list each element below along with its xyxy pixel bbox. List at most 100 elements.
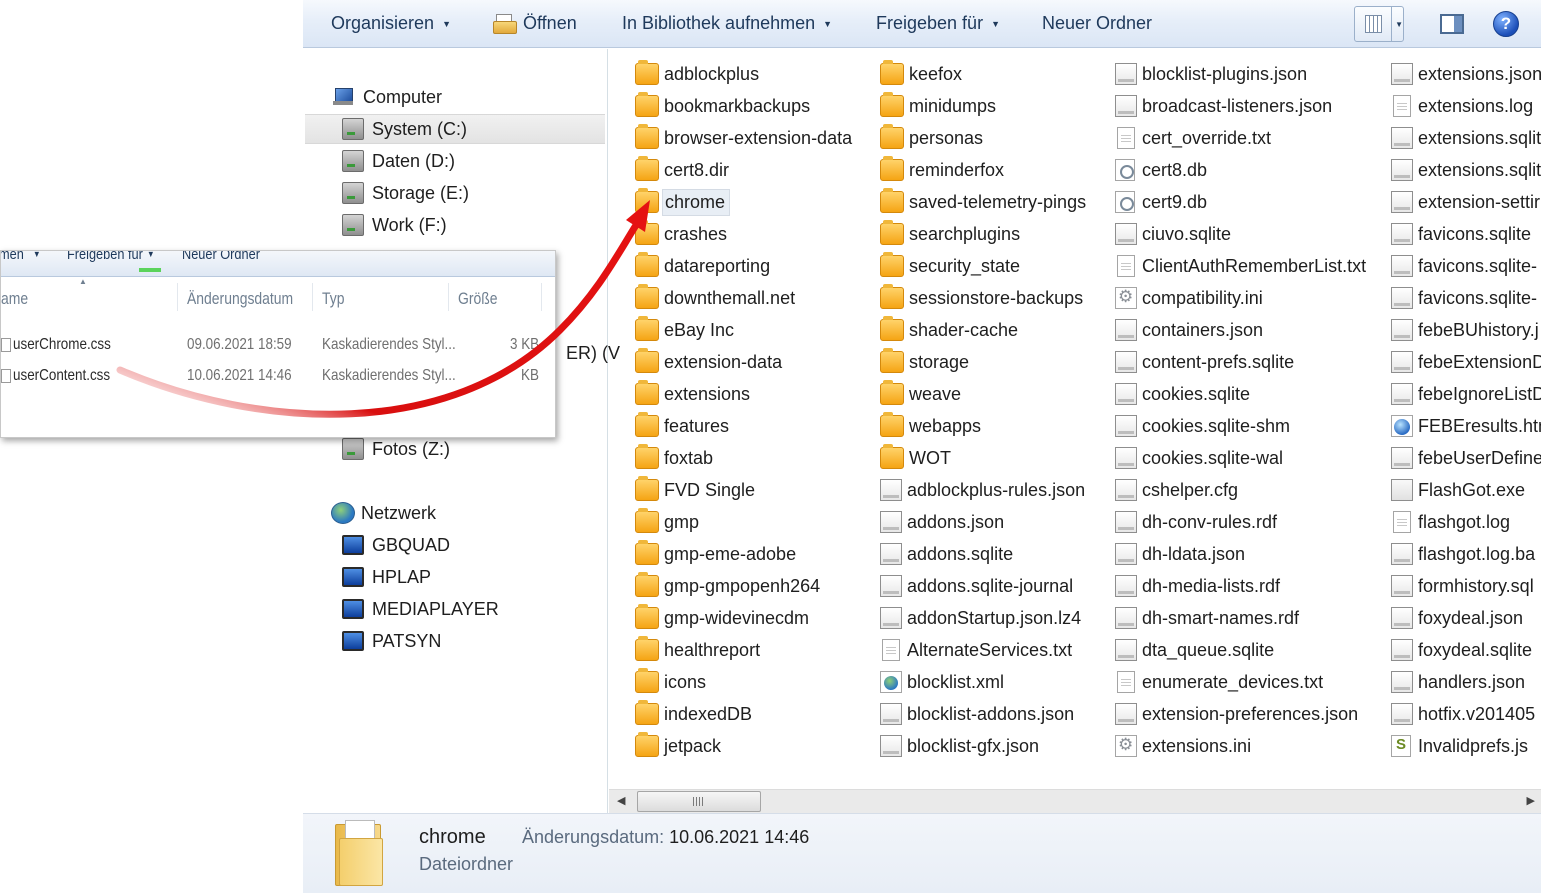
- nav-drive-e[interactable]: Storage (E:): [342, 178, 469, 208]
- file-item[interactable]: flashgot.log.ba: [1391, 538, 1541, 570]
- scrollbar-thumb[interactable]: [637, 791, 761, 812]
- file-item[interactable]: dta_queue.sqlite: [1115, 634, 1370, 666]
- folder-item[interactable]: features: [635, 410, 856, 442]
- share-with-button[interactable]: Freigeben für ▼: [876, 0, 1000, 47]
- file-item[interactable]: extensions.ini: [1115, 730, 1370, 762]
- folder-item[interactable]: downthemall.net: [635, 282, 856, 314]
- file-item[interactable]: febeBUhistory.j: [1391, 314, 1541, 346]
- file-item[interactable]: blocklist-gfx.json: [880, 730, 1090, 762]
- nav-network[interactable]: Netzwerk: [331, 498, 436, 528]
- folder-item[interactable]: saved-telemetry-pings: [880, 186, 1090, 218]
- folder-item[interactable]: storage: [880, 346, 1090, 378]
- file-list[interactable]: adblockplus bookmarkbackups browser-extens…: [609, 49, 1541, 789]
- file-item[interactable]: cert9.db: [1115, 186, 1370, 218]
- nav-drive-z[interactable]: Fotos (Z:): [342, 434, 450, 464]
- file-item[interactable]: flashgot.log: [1391, 506, 1541, 538]
- nav-host-gbquad[interactable]: GBQUAD: [342, 530, 450, 560]
- file-item[interactable]: cert_override.txt: [1115, 122, 1370, 154]
- file-item[interactable]: AlternateServices.txt: [880, 634, 1090, 666]
- folder-item[interactable]: chrome: [635, 186, 856, 218]
- folder-item[interactable]: indexedDB: [635, 698, 856, 730]
- file-item[interactable]: addons.json: [880, 506, 1090, 538]
- file-item[interactable]: handlers.json: [1391, 666, 1541, 698]
- folder-item[interactable]: datareporting: [635, 250, 856, 282]
- file-item[interactable]: blocklist-plugins.json: [1115, 58, 1370, 90]
- nav-computer[interactable]: Computer: [333, 82, 442, 112]
- file-item[interactable]: blocklist-addons.json: [880, 698, 1090, 730]
- file-item[interactable]: foxydeal.json: [1391, 602, 1541, 634]
- file-item[interactable]: dh-smart-names.rdf: [1115, 602, 1370, 634]
- chevron-down-icon[interactable]: ▼: [1395, 20, 1403, 29]
- folder-item[interactable]: extension-data: [635, 346, 856, 378]
- file-item[interactable]: FlashGot.exe: [1391, 474, 1541, 506]
- nav-host-patsyn[interactable]: PATSYN: [342, 626, 441, 656]
- file-item[interactable]: extensions.log: [1391, 90, 1541, 122]
- include-in-library-button[interactable]: In Bibliothek aufnehmen ▼: [622, 0, 832, 47]
- file-item[interactable]: febeExtensionD: [1391, 346, 1541, 378]
- file-item[interactable]: hotfix.v201405: [1391, 698, 1541, 730]
- folder-item[interactable]: jetpack: [635, 730, 856, 762]
- file-item[interactable]: content-prefs.sqlite: [1115, 346, 1370, 378]
- folder-item[interactable]: searchplugins: [880, 218, 1090, 250]
- file-item[interactable]: favicons.sqlite-: [1391, 282, 1541, 314]
- file-item[interactable]: extensions.sqlit: [1391, 154, 1541, 186]
- file-item[interactable]: foxydeal.sqlite: [1391, 634, 1541, 666]
- file-item[interactable]: addons.sqlite: [880, 538, 1090, 570]
- file-item[interactable]: cookies.sqlite: [1115, 378, 1370, 410]
- folder-item[interactable]: foxtab: [635, 442, 856, 474]
- file-item[interactable]: addonStartup.json.lz4: [880, 602, 1090, 634]
- folder-item[interactable]: healthreport: [635, 634, 856, 666]
- file-item[interactable]: cookies.sqlite-shm: [1115, 410, 1370, 442]
- file-item[interactable]: ciuvo.sqlite: [1115, 218, 1370, 250]
- nav-host-mediaplayer[interactable]: MEDIAPLAYER: [342, 594, 499, 624]
- file-item[interactable]: dh-media-lists.rdf: [1115, 570, 1370, 602]
- file-item[interactable]: favicons.sqlite-: [1391, 250, 1541, 282]
- file-item[interactable]: favicons.sqlite: [1391, 218, 1541, 250]
- folder-item[interactable]: personas: [880, 122, 1090, 154]
- file-item[interactable]: FEBEresults.htm: [1391, 410, 1541, 442]
- folder-item[interactable]: minidumps: [880, 90, 1090, 122]
- file-item[interactable]: febeUserDefine: [1391, 442, 1541, 474]
- folder-item[interactable]: reminderfox: [880, 154, 1090, 186]
- folder-item[interactable]: FVD Single: [635, 474, 856, 506]
- file-item[interactable]: cshelper.cfg: [1115, 474, 1370, 506]
- file-item[interactable]: dh-ldata.json: [1115, 538, 1370, 570]
- scroll-left-icon[interactable]: ◀: [617, 794, 625, 807]
- folder-item[interactable]: gmp-eme-adobe: [635, 538, 856, 570]
- file-item[interactable]: adblockplus-rules.json: [880, 474, 1090, 506]
- folder-item[interactable]: security_state: [880, 250, 1090, 282]
- file-item[interactable]: extensions.json: [1391, 58, 1541, 90]
- file-item[interactable]: cookies.sqlite-wal: [1115, 442, 1370, 474]
- preview-pane-button[interactable]: [1437, 6, 1467, 42]
- file-item[interactable]: containers.json: [1115, 314, 1370, 346]
- help-button[interactable]: ?: [1491, 6, 1521, 42]
- organize-button[interactable]: Organisieren ▼: [331, 0, 451, 47]
- change-view-button[interactable]: ▼: [1354, 6, 1404, 42]
- file-item[interactable]: dh-conv-rules.rdf: [1115, 506, 1370, 538]
- folder-item[interactable]: sessionstore-backups: [880, 282, 1090, 314]
- file-item[interactable]: formhistory.sql: [1391, 570, 1541, 602]
- nav-drive-c[interactable]: System (C:): [305, 114, 605, 144]
- file-item[interactable]: extension-preferences.json: [1115, 698, 1370, 730]
- horizontal-scrollbar[interactable]: ◀ ▶: [609, 789, 1541, 813]
- folder-item[interactable]: extensions: [635, 378, 856, 410]
- folder-item[interactable]: webapps: [880, 410, 1090, 442]
- file-item[interactable]: broadcast-listeners.json: [1115, 90, 1370, 122]
- file-item[interactable]: extensions.sqlit: [1391, 122, 1541, 154]
- nav-host-hplap[interactable]: HPLAP: [342, 562, 431, 592]
- folder-item[interactable]: WOT: [880, 442, 1090, 474]
- folder-item[interactable]: weave: [880, 378, 1090, 410]
- folder-item[interactable]: browser-extension-data: [635, 122, 856, 154]
- nav-drive-d[interactable]: Daten (D:): [342, 146, 455, 176]
- folder-item[interactable]: keefox: [880, 58, 1090, 90]
- folder-item[interactable]: shader-cache: [880, 314, 1090, 346]
- file-item[interactable]: blocklist.xml: [880, 666, 1090, 698]
- file-item[interactable]: ClientAuthRememberList.txt: [1115, 250, 1370, 282]
- file-item[interactable]: extension-settir: [1391, 186, 1541, 218]
- folder-item[interactable]: crashes: [635, 218, 856, 250]
- file-item[interactable]: febeIgnoreListD: [1391, 378, 1541, 410]
- open-button[interactable]: Öffnen: [493, 0, 577, 47]
- folder-item[interactable]: adblockplus: [635, 58, 856, 90]
- file-item[interactable]: Invalidprefs.js: [1391, 730, 1541, 762]
- nav-drive-f[interactable]: Work (F:): [342, 210, 447, 240]
